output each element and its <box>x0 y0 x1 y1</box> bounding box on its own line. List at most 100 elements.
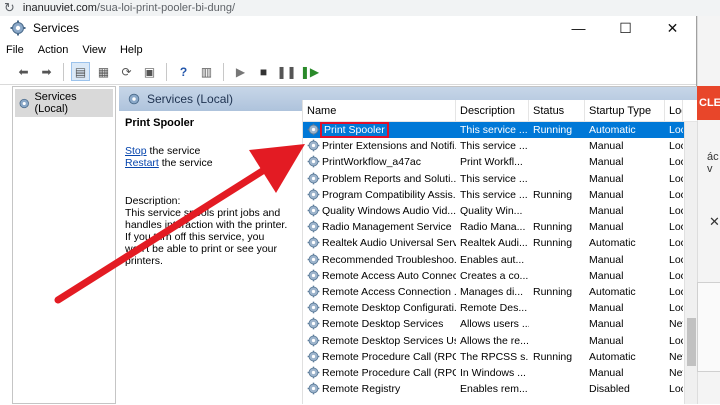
back-arrow-icon[interactable]: ⬅ <box>14 62 33 81</box>
menu-file[interactable]: File <box>6 44 24 56</box>
service-row[interactable]: Recommended Troubleshoo... Enables aut...… <box>303 252 697 268</box>
service-row[interactable]: Printer Extensions and Notifi... This ser… <box>303 138 697 154</box>
close-button[interactable]: ✕ <box>649 16 696 40</box>
service-description-cell: Enables aut... <box>460 253 525 266</box>
refresh-icon[interactable]: ⟳ <box>117 62 136 81</box>
service-logon-cell: Loc <box>669 156 683 169</box>
console-tree: Services (Local) <box>12 86 116 404</box>
restart-service-icon[interactable]: ❚▶ <box>300 62 319 81</box>
service-startup-cell: Manual <box>589 269 624 282</box>
console-tree-icon[interactable]: ▤ <box>71 62 90 81</box>
service-name: Recommended Troubleshoo... <box>322 253 456 266</box>
properties-icon[interactable]: ▥ <box>197 62 216 81</box>
description-text: This service spools print jobs and handl… <box>125 207 288 267</box>
service-name-cell: Program Compatibility Assis... <box>303 187 456 203</box>
tree-item-services-local[interactable]: Services (Local) <box>15 89 113 117</box>
stop-service-link[interactable]: Stop <box>125 145 147 157</box>
service-name: Remote Desktop Configurati... <box>322 302 456 315</box>
forward-arrow-icon[interactable]: ➡ <box>37 62 56 81</box>
service-startup-cell: Manual <box>589 205 624 218</box>
service-gear-icon <box>307 317 320 330</box>
column-header-status[interactable]: Status <box>529 100 585 122</box>
service-row[interactable]: Print Spooler This service ... Running Auto… <box>303 122 697 139</box>
service-row[interactable]: Remote Procedure Call (RPC)... In Windows… <box>303 365 697 381</box>
service-logon-cell: Loc <box>669 302 683 315</box>
service-description-cell: Enables rem... <box>460 383 528 396</box>
background-close-icon: ✕ <box>709 214 720 229</box>
service-name-cell: PrintWorkflow_a47ac <box>303 154 456 170</box>
service-row[interactable]: Remote Procedure Call (RPC) The RPCSS s..… <box>303 349 697 365</box>
service-gear-icon <box>307 253 320 265</box>
service-row[interactable]: Remote Desktop Services Allows users ... M… <box>303 316 697 332</box>
service-logon-cell: Loc <box>669 188 683 201</box>
column-header-description[interactable]: Description <box>456 100 529 122</box>
service-status-cell: Running <box>533 350 573 363</box>
service-description-cell: The RPCSS s... <box>460 350 529 363</box>
service-row[interactable]: Radio Management Service Radio Mana... Run… <box>303 219 697 235</box>
maximize-button[interactable]: ☐ <box>602 16 649 40</box>
menu-help[interactable]: Help <box>120 44 143 56</box>
reload-icon[interactable]: ↻ <box>4 1 15 15</box>
description-label: Description: <box>125 195 181 207</box>
url-text[interactable]: inanuuviet.com/sua-loi-print-pooler-bi-d… <box>23 2 235 14</box>
service-description-cell: In Windows ... <box>460 366 526 379</box>
service-row[interactable]: Remote Registry Enables rem... Disabled Loc <box>303 381 697 397</box>
scrollbar-thumb[interactable] <box>687 318 696 366</box>
background-text: ác v <box>707 151 719 175</box>
service-name-cell: Realtek Audio Universal Serv... <box>303 235 456 251</box>
service-row[interactable]: Quality Windows Audio Vid... Quality Win.… <box>303 203 697 219</box>
service-row[interactable]: Program Compatibility Assis... This servi… <box>303 187 697 203</box>
stop-service-icon[interactable]: ■ <box>254 62 273 81</box>
service-startup-cell: Disabled <box>589 383 630 396</box>
service-description-cell: This service ... <box>460 172 528 185</box>
minimize-button[interactable]: — <box>555 16 602 40</box>
service-description-cell: Remote Des... <box>460 302 528 315</box>
service-gear-icon <box>307 156 320 168</box>
service-name: Remote Procedure Call (RPC)... <box>322 366 456 379</box>
service-description-cell: Creates a co... <box>460 269 529 282</box>
service-status-cell: Running <box>533 237 573 250</box>
column-header-startup-type[interactable]: Startup Type <box>585 100 665 122</box>
list-view-icon[interactable]: ▦ <box>94 62 113 81</box>
service-gear-icon <box>307 204 320 217</box>
service-gear-icon <box>307 123 320 136</box>
service-startup-cell: Manual <box>589 318 624 331</box>
service-logon-cell: Loc <box>669 221 683 234</box>
service-gear-icon <box>307 285 320 298</box>
service-description-cell: Manages di... <box>460 285 524 298</box>
service-row[interactable]: Remote Desktop Services Us... Allows the … <box>303 332 697 348</box>
column-header-log-on-as[interactable]: Log <box>665 100 683 122</box>
service-description-cell: Realtek Audi... <box>460 237 528 250</box>
service-row[interactable]: Remote Access Auto Connec... Creates a co… <box>303 268 697 284</box>
menu-view[interactable]: View <box>82 44 106 56</box>
service-startup-cell: Manual <box>589 366 624 379</box>
service-startup-cell: Manual <box>589 172 624 185</box>
export-list-icon[interactable]: ▣ <box>140 62 159 81</box>
service-startup-cell: Manual <box>589 253 624 266</box>
service-startup-cell: Manual <box>589 334 624 347</box>
restart-text: the service <box>158 157 213 169</box>
restart-service-link[interactable]: Restart <box>125 157 159 169</box>
service-row[interactable]: Realtek Audio Universal Serv... Realtek A… <box>303 235 697 251</box>
service-name: Realtek Audio Universal Serv... <box>322 237 456 250</box>
service-row[interactable]: Remote Access Connection ... Manages di..… <box>303 284 697 300</box>
background-banner: CLE <box>697 86 720 120</box>
service-gear-icon <box>307 334 320 346</box>
help-icon[interactable]: ? <box>174 62 193 81</box>
column-header-name[interactable]: Name <box>303 100 456 122</box>
service-description-cell: Radio Mana... <box>460 221 526 234</box>
service-gear-icon <box>307 366 320 379</box>
service-row[interactable]: Problem Reports and Soluti... This servic… <box>303 171 697 187</box>
restart-action: Restart the service <box>125 157 289 169</box>
service-row[interactable]: Remote Desktop Configurati... Remote Des.… <box>303 300 697 316</box>
service-gear-icon <box>307 220 320 233</box>
vertical-scrollbar[interactable] <box>684 122 697 404</box>
menu-action[interactable]: Action <box>38 44 69 56</box>
pause-service-icon[interactable]: ❚❚ <box>276 62 296 81</box>
service-row[interactable]: PrintWorkflow_a47ac Print Workfl... Manual… <box>303 154 697 170</box>
service-name-cell: Remote Desktop Configurati... <box>303 300 456 316</box>
start-service-icon[interactable]: ▶ <box>231 62 250 81</box>
service-name: Radio Management Service <box>322 221 452 234</box>
service-name-cell: Problem Reports and Soluti... <box>303 171 456 187</box>
service-logon-cell: Loc <box>669 285 683 298</box>
